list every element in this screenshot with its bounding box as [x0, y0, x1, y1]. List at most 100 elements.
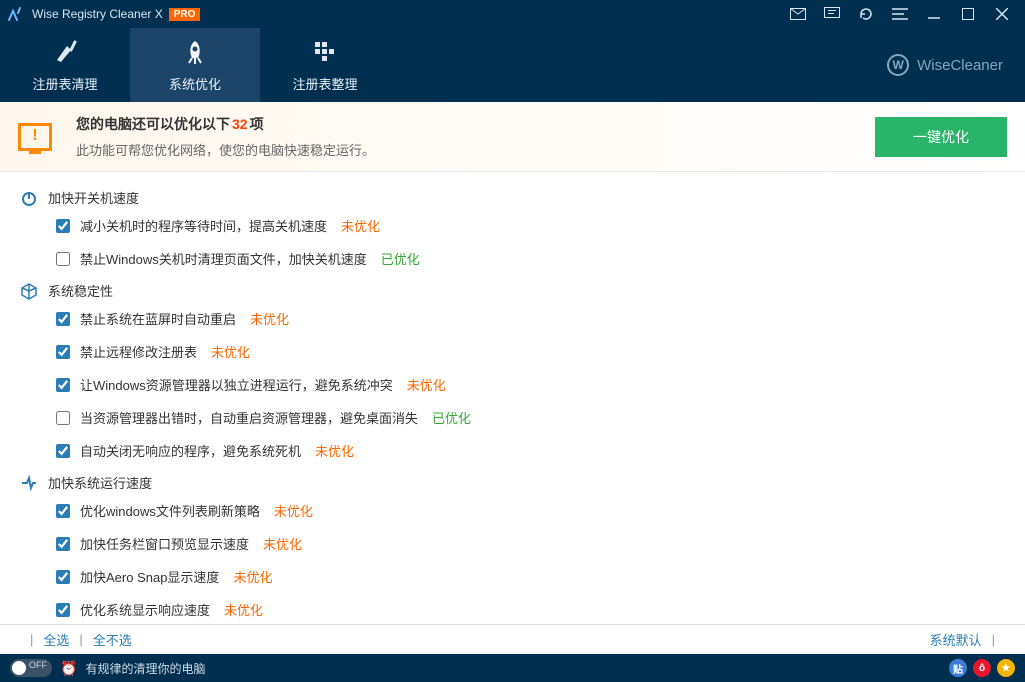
mail-icon[interactable]	[781, 0, 815, 28]
option-row: 禁止系统在蓝屏时自动重启未优化	[0, 302, 1025, 335]
option-checkbox[interactable]	[56, 345, 70, 359]
maximize-icon[interactable]	[951, 0, 985, 28]
notice-bar: 您的电脑还可以优化以下 32 项 此功能可帮您优化网络，使您的电脑快速稳定运行。…	[0, 102, 1025, 172]
tabs-bar: 注册表清理 系统优化 注册表整理 W WiseCleaner	[0, 28, 1025, 102]
schedule-toggle[interactable]: OFF	[10, 659, 52, 677]
tab-label: 注册表整理	[292, 74, 357, 93]
option-label: 加快任务栏窗口预览显示速度	[80, 534, 249, 553]
option-checkbox[interactable]	[56, 411, 70, 425]
defrag-icon	[311, 38, 339, 66]
tab-label: 系统优化	[169, 74, 221, 93]
brand-link[interactable]: W WiseCleaner	[887, 28, 1025, 102]
separator: |	[79, 632, 82, 647]
option-checkbox[interactable]	[56, 378, 70, 392]
option-row: 优化系统显示响应速度未优化	[0, 593, 1025, 624]
app-icon	[6, 5, 24, 23]
rocket-icon	[181, 38, 209, 66]
notice-heading: 您的电脑还可以优化以下 32 项	[76, 114, 875, 134]
option-label: 优化windows文件列表刷新策略	[80, 501, 260, 520]
option-status: 未优化	[341, 216, 380, 235]
option-label: 禁止系统在蓝屏时自动重启	[80, 309, 236, 328]
option-status: 未优化	[224, 600, 263, 619]
group-title: 加快开关机速度	[48, 188, 139, 207]
option-label: 优化系统显示响应速度	[80, 600, 210, 619]
option-checkbox[interactable]	[56, 504, 70, 518]
option-row: 禁止Windows关机时清理页面文件，加快关机速度已优化	[0, 242, 1025, 275]
option-checkbox[interactable]	[56, 537, 70, 551]
separator: |	[992, 632, 995, 647]
power-icon	[20, 189, 38, 207]
notice-head-post: 项	[250, 114, 264, 134]
tab-label: 注册表清理	[32, 74, 97, 93]
option-row: 加快Aero Snap显示速度未优化	[0, 560, 1025, 593]
option-row: 优化windows文件列表刷新策略未优化	[0, 494, 1025, 527]
toggle-label: OFF	[29, 660, 47, 670]
option-label: 加快Aero Snap显示速度	[80, 567, 219, 586]
brand-text: WiseCleaner	[917, 57, 1003, 74]
option-status: 未优化	[250, 309, 289, 328]
option-status: 已优化	[381, 249, 420, 268]
option-status: 未优化	[263, 534, 302, 553]
option-checkbox[interactable]	[56, 252, 70, 266]
tab-system-optimize[interactable]: 系统优化	[130, 28, 260, 102]
system-default-link[interactable]: 系统默认	[930, 630, 982, 649]
option-label: 减小关机时的程序等待时间，提高关机速度	[80, 216, 327, 235]
cube-icon	[20, 282, 38, 300]
option-checkbox[interactable]	[56, 312, 70, 326]
tieba-icon[interactable]: 贴	[949, 659, 967, 677]
option-status: 未优化	[315, 441, 354, 460]
group-title: 加快系统运行速度	[48, 473, 152, 492]
option-checkbox[interactable]	[56, 444, 70, 458]
option-row: 减小关机时的程序等待时间，提高关机速度未优化	[0, 209, 1025, 242]
notice-count: 32	[232, 116, 248, 132]
group-header: 系统稳定性	[0, 275, 1025, 302]
alert-icon	[18, 123, 52, 151]
option-label: 让Windows资源管理器以独立进程运行，避免系统冲突	[80, 375, 393, 394]
options-list: 加快开关机速度减小关机时的程序等待时间，提高关机速度未优化禁止Windows关机…	[0, 172, 1025, 624]
option-status: 已优化	[432, 408, 471, 427]
option-checkbox[interactable]	[56, 603, 70, 617]
tab-registry-cleaner[interactable]: 注册表清理	[0, 28, 130, 102]
option-status: 未优化	[274, 501, 313, 520]
pro-badge: PRO	[169, 8, 201, 21]
option-checkbox[interactable]	[56, 219, 70, 233]
option-label: 禁止远程修改注册表	[80, 342, 197, 361]
brand-icon: W	[887, 54, 909, 76]
group-header: 加快开关机速度	[0, 182, 1025, 209]
brush-icon	[51, 38, 79, 66]
option-checkbox[interactable]	[56, 570, 70, 584]
weibo-icon[interactable]: ô	[973, 659, 991, 677]
title-bar: Wise Registry Cleaner X PRO	[0, 0, 1025, 28]
app-title: Wise Registry Cleaner X	[32, 7, 163, 21]
option-label: 当资源管理器出错时，自动重启资源管理器，避免桌面消失	[80, 408, 418, 427]
optimize-now-button[interactable]: 一键优化	[875, 117, 1007, 157]
status-text: 有规律的清理你的电脑	[85, 660, 205, 677]
refresh-icon[interactable]	[849, 0, 883, 28]
tab-registry-defrag[interactable]: 注册表整理	[260, 28, 390, 102]
chat-icon[interactable]	[815, 0, 849, 28]
notice-head-pre: 您的电脑还可以优化以下	[76, 114, 230, 134]
option-row: 禁止远程修改注册表未优化	[0, 335, 1025, 368]
option-status: 未优化	[407, 375, 446, 394]
group-title: 系统稳定性	[48, 281, 113, 300]
minimize-icon[interactable]	[917, 0, 951, 28]
option-label: 禁止Windows关机时清理页面文件，加快关机速度	[80, 249, 367, 268]
option-status: 未优化	[211, 342, 250, 361]
option-status: 未优化	[233, 567, 272, 586]
select-all-link[interactable]: 全选	[43, 630, 69, 649]
option-label: 自动关闭无响应的程序，避免系统死机	[80, 441, 301, 460]
selection-bar: | 全选 | 全不选 系统默认 |	[0, 624, 1025, 654]
status-bar: OFF ⏰ 有规律的清理你的电脑 贴 ô ★	[0, 654, 1025, 682]
clock-icon: ⏰	[60, 660, 77, 677]
separator: |	[30, 632, 33, 647]
group-header: 加快系统运行速度	[0, 467, 1025, 494]
select-none-link[interactable]: 全不选	[93, 630, 132, 649]
menu-icon[interactable]	[883, 0, 917, 28]
option-row: 自动关闭无响应的程序，避免系统死机未优化	[0, 434, 1025, 467]
notice-subtext: 此功能可帮您优化网络，使您的电脑快速稳定运行。	[76, 140, 875, 159]
close-icon[interactable]	[985, 0, 1019, 28]
option-row: 当资源管理器出错时，自动重启资源管理器，避免桌面消失已优化	[0, 401, 1025, 434]
speed-icon	[20, 474, 38, 492]
option-row: 让Windows资源管理器以独立进程运行，避免系统冲突未优化	[0, 368, 1025, 401]
favorite-icon[interactable]: ★	[997, 659, 1015, 677]
